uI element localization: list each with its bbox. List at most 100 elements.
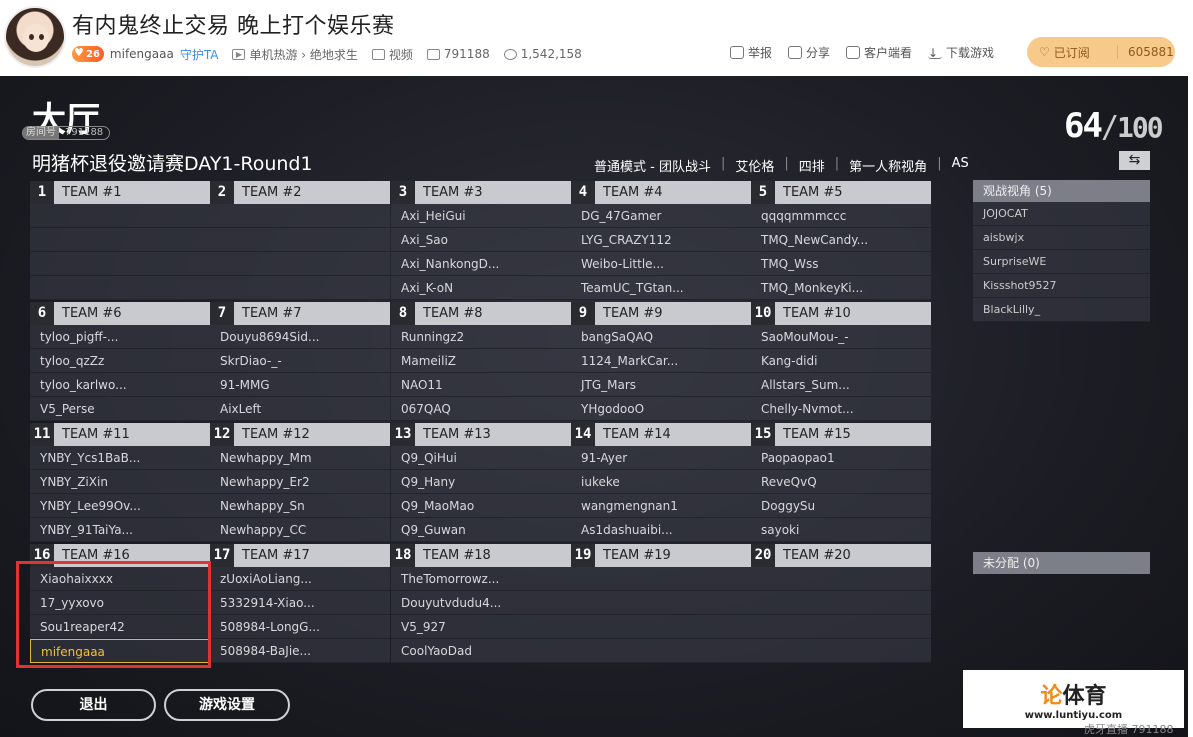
player-slot[interactable]: Axi_HeiGui: [391, 204, 571, 228]
client-watch-button[interactable]: 客户端看: [846, 44, 912, 61]
empty-slot[interactable]: [30, 228, 210, 252]
player-slot[interactable]: Axi_Sao: [391, 228, 571, 252]
spectator-item[interactable]: SurpriseWE: [973, 250, 1150, 274]
player-slot[interactable]: Newhappy_Mm: [210, 446, 390, 470]
subscribe-button[interactable]: ♡ 已订阅 605881: [1027, 37, 1175, 67]
empty-slot[interactable]: [751, 591, 931, 615]
player-slot[interactable]: 508984-BaJie...: [210, 639, 390, 663]
player-slot[interactable]: Newhappy_Er2: [210, 470, 390, 494]
team-header[interactable]: 8 TEAM #8: [391, 302, 571, 325]
player-slot[interactable]: Chelly-Nvmot...: [751, 397, 931, 421]
spectator-item[interactable]: Kissshot9527: [973, 274, 1150, 298]
player-slot[interactable]: Q9_Hany: [391, 470, 571, 494]
team-header[interactable]: 3 TEAM #3: [391, 181, 571, 204]
empty-slot[interactable]: [571, 639, 751, 663]
team-card[interactable]: 11 TEAM #11 YNBY_Ycs1BaB... YNBY_ZiXin YNBY_…: [30, 423, 210, 542]
team-card[interactable]: 9 TEAM #9 bangSaQAQ 1124_MarkCar... JTG_Mars…: [571, 302, 751, 421]
team-header[interactable]: 13 TEAM #13: [391, 423, 571, 446]
spectate-header[interactable]: 观战视角 (5): [973, 180, 1150, 202]
team-card[interactable]: 15 TEAM #15 Paopaopao1 ReveQvQ DoggySu sayoki: [751, 423, 931, 542]
team-card[interactable]: 8 TEAM #8 Runningz2 MameiliZ NAO11 067QAQ: [391, 302, 571, 421]
player-slot[interactable]: AixLeft: [210, 397, 390, 421]
player-slot[interactable]: Q9_QiHui: [391, 446, 571, 470]
player-slot[interactable]: Q9_Guwan: [391, 518, 571, 542]
player-slot[interactable]: tyloo_qzZz: [30, 349, 210, 373]
team-card[interactable]: 18 TEAM #18 TheTomorrowz... Douyutvdudu4...…: [391, 544, 571, 663]
empty-slot[interactable]: [30, 252, 210, 276]
player-slot[interactable]: SaoMouMou-_-: [751, 325, 931, 349]
empty-slot[interactable]: [751, 639, 931, 663]
category-link[interactable]: ▶ 单机热游 › 绝地求生: [232, 46, 358, 63]
player-slot[interactable]: tyloo_pigff-...: [30, 325, 210, 349]
team-header[interactable]: 10 TEAM #10: [751, 302, 931, 325]
player-slot[interactable]: YNBY_ZiXin: [30, 470, 210, 494]
player-slot[interactable]: CoolYaoDad: [391, 639, 571, 663]
player-slot[interactable]: YNBY_Lee99Ov...: [30, 494, 210, 518]
player-slot[interactable]: Allstars_Sum...: [751, 373, 931, 397]
player-slot[interactable]: TheTomorrowz...: [391, 567, 571, 591]
unassigned-header[interactable]: 未分配 (0): [973, 552, 1150, 574]
empty-slot[interactable]: [210, 228, 390, 252]
player-slot[interactable]: 91-Ayer: [571, 446, 751, 470]
player-slot[interactable]: TMQ_MonkeyKi...: [751, 276, 931, 300]
team-header[interactable]: 19 TEAM #19: [571, 544, 751, 567]
streamer-name[interactable]: mifengaaa: [110, 47, 174, 61]
player-slot[interactable]: 5332914-Xiao...: [210, 591, 390, 615]
team-card[interactable]: 20 TEAM #20: [751, 544, 931, 663]
team-card[interactable]: 7 TEAM #7 Douyu8694Sid... SkrDiao-_- 91-MMG A…: [210, 302, 390, 421]
player-slot[interactable]: YNBY_Ycs1BaB...: [30, 446, 210, 470]
player-slot[interactable]: LYG_CRAZY112: [571, 228, 751, 252]
team-card[interactable]: 13 TEAM #13 Q9_QiHui Q9_Hany Q9_MaoMao Q9_Guw…: [391, 423, 571, 542]
player-slot[interactable]: 1124_MarkCar...: [571, 349, 751, 373]
team-card[interactable]: 5 TEAM #5 qqqqmmmccc TMQ_NewCandy... TMQ_Wss…: [751, 181, 931, 300]
player-slot[interactable]: DG_47Gamer: [571, 204, 751, 228]
player-slot[interactable]: 067QAQ: [391, 397, 571, 421]
player-slot[interactable]: iukeke: [571, 470, 751, 494]
team-card[interactable]: 1 TEAM #1: [30, 181, 210, 300]
team-card[interactable]: 12 TEAM #12 Newhappy_Mm Newhappy_Er2 Newhapp…: [210, 423, 390, 542]
game-settings-button[interactable]: 游戏设置: [164, 689, 290, 721]
player-slot[interactable]: wangmengnan1: [571, 494, 751, 518]
team-header[interactable]: 20 TEAM #20: [751, 544, 931, 567]
player-slot[interactable]: Axi_K-oN: [391, 276, 571, 300]
empty-slot[interactable]: [30, 204, 210, 228]
team-header[interactable]: 17 TEAM #17: [210, 544, 390, 567]
player-slot[interactable]: bangSaQAQ: [571, 325, 751, 349]
team-header[interactable]: 6 TEAM #6: [30, 302, 210, 325]
player-slot[interactable]: TMQ_Wss: [751, 252, 931, 276]
team-header[interactable]: 4 TEAM #4: [571, 181, 751, 204]
empty-slot[interactable]: [571, 615, 751, 639]
share-button[interactable]: 分享: [788, 44, 830, 61]
team-card[interactable]: 2 TEAM #2: [210, 181, 390, 300]
spectator-item[interactable]: JOJOCAT: [973, 202, 1150, 226]
team-header[interactable]: 9 TEAM #9: [571, 302, 751, 325]
player-slot[interactable]: 91-MMG: [210, 373, 390, 397]
player-slot[interactable]: Q9_MaoMao: [391, 494, 571, 518]
team-header[interactable]: 5 TEAM #5: [751, 181, 931, 204]
team-header[interactable]: 7 TEAM #7: [210, 302, 390, 325]
player-slot[interactable]: V5_Perse: [30, 397, 210, 421]
empty-slot[interactable]: [210, 276, 390, 300]
team-card[interactable]: 14 TEAM #14 91-Ayer iukeke wangmengnan1 As1da…: [571, 423, 751, 542]
team-card[interactable]: 19 TEAM #19: [571, 544, 751, 663]
report-button[interactable]: 举报: [730, 44, 772, 61]
team-header[interactable]: 11 TEAM #11: [30, 423, 210, 446]
player-slot[interactable]: ReveQvQ: [751, 470, 931, 494]
player-slot[interactable]: 508984-LongG...: [210, 615, 390, 639]
player-slot[interactable]: Runningz2: [391, 325, 571, 349]
download-game-button[interactable]: ↓ 下载游戏: [928, 44, 994, 61]
player-slot[interactable]: Axi_NankongD...: [391, 252, 571, 276]
player-slot[interactable]: MameiliZ: [391, 349, 571, 373]
team-card[interactable]: 10 TEAM #10 SaoMouMou-_- Kang-didi Allstars_…: [751, 302, 931, 421]
empty-slot[interactable]: [210, 252, 390, 276]
player-slot[interactable]: JTG_Mars: [571, 373, 751, 397]
team-card[interactable]: 6 TEAM #6 tyloo_pigff-... tyloo_qzZz tyloo_k…: [30, 302, 210, 421]
player-slot[interactable]: Paopaopao1: [751, 446, 931, 470]
exit-button[interactable]: 退出: [31, 689, 156, 721]
player-slot[interactable]: TeamUC_TGtan...: [571, 276, 751, 300]
player-slot[interactable]: Newhappy_Sn: [210, 494, 390, 518]
player-slot[interactable]: As1dashuaibi...: [571, 518, 751, 542]
video-link[interactable]: 视频: [371, 46, 413, 63]
empty-slot[interactable]: [571, 567, 751, 591]
player-slot[interactable]: tyloo_karlwo...: [30, 373, 210, 397]
